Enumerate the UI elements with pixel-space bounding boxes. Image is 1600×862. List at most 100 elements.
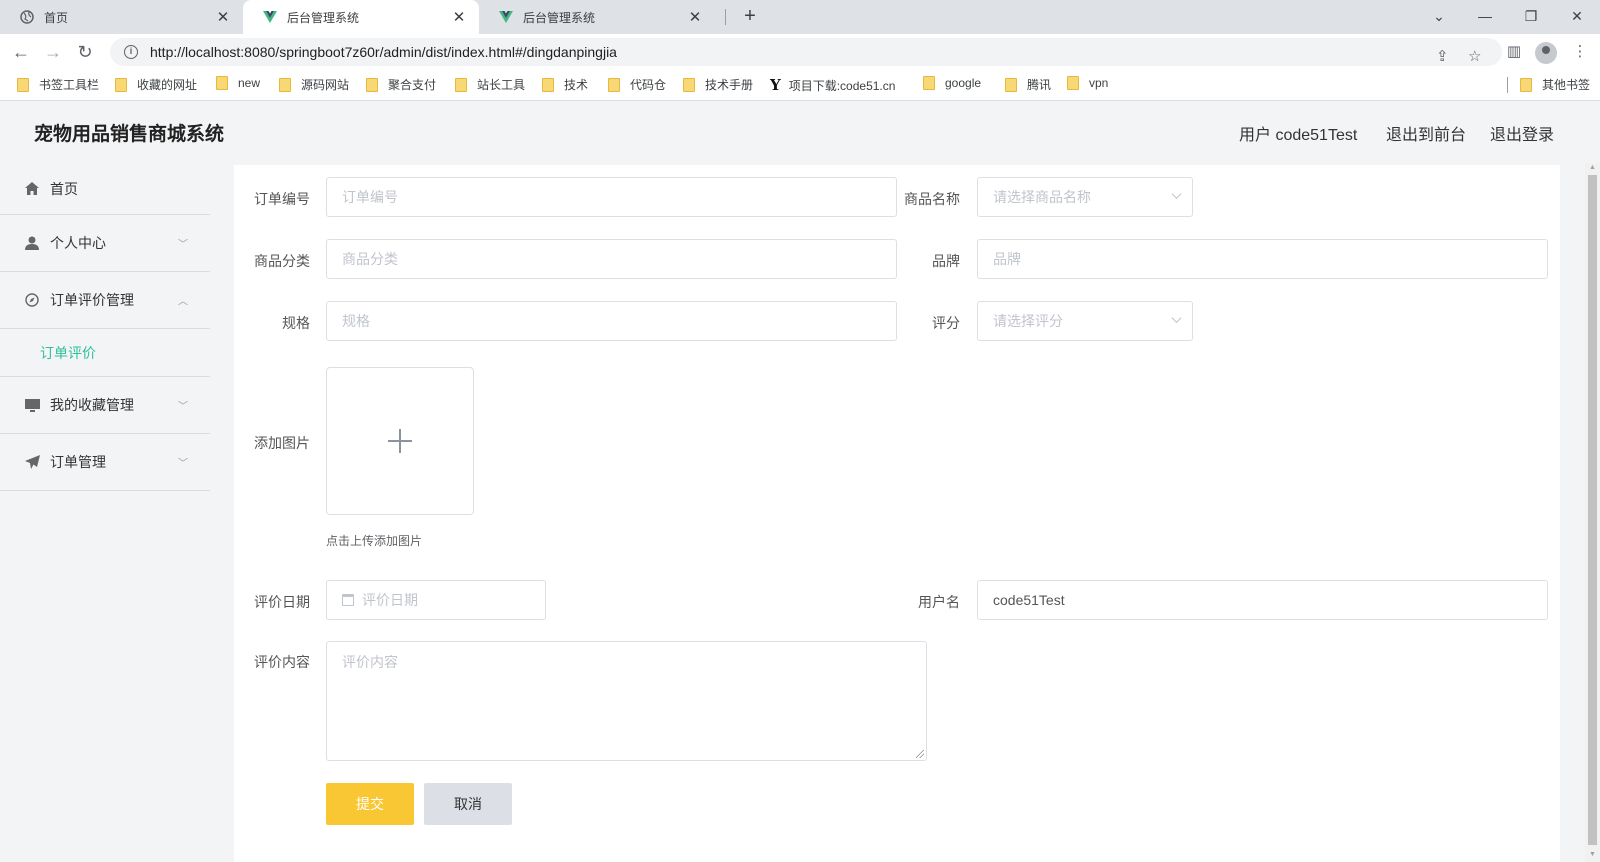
browser-tab-admin-active[interactable]: 后台管理系统 ✕ xyxy=(243,0,479,34)
tab-title: 后台管理系统 xyxy=(287,10,360,25)
browser-tab-bar: 首页 ✕ 后台管理系统 ✕ 后台管理系统 ✕ + ⌄ — ❐ ✕ xyxy=(0,0,1600,34)
exit-to-front-link[interactable]: 退出到前台 xyxy=(1386,121,1466,145)
rating-select[interactable]: 请选择评分 xyxy=(977,301,1193,341)
cancel-button[interactable]: 取消 xyxy=(424,783,512,825)
browser-tab-home[interactable]: 首页 ✕ xyxy=(0,0,243,34)
back-icon[interactable]: ← xyxy=(8,39,34,65)
forward-icon[interactable]: → xyxy=(40,39,66,65)
username-label: 用户名 xyxy=(918,594,960,610)
page-scrollbar[interactable]: ▲ ▼ xyxy=(1585,163,1600,862)
scroll-down-icon[interactable]: ▼ xyxy=(1588,851,1597,859)
new-tab-button[interactable]: + xyxy=(738,5,762,29)
sidebar-item-personal-center[interactable]: 个人中心 ﹀ xyxy=(0,215,210,272)
bookmark-item[interactable]: new xyxy=(216,76,260,90)
close-icon[interactable]: ✕ xyxy=(451,8,467,26)
image-upload-box[interactable] xyxy=(326,367,474,515)
close-window-icon[interactable]: ✕ xyxy=(1565,4,1589,28)
category-input[interactable]: 商品分类 xyxy=(326,239,897,279)
sidebar-item-label: 订单管理 xyxy=(50,454,106,470)
restore-icon[interactable]: ❐ xyxy=(1519,4,1543,28)
folder-icon xyxy=(216,76,228,90)
bookmark-item[interactable]: 收藏的网址 xyxy=(115,76,197,93)
sidebar-item-order-mgmt[interactable]: 订单管理 ﹀ xyxy=(0,434,210,491)
app-title: 宠物用品销售商城系统 xyxy=(34,124,225,145)
logout-link[interactable]: 退出登录 xyxy=(1490,121,1554,145)
site-info-icon[interactable]: i xyxy=(124,45,138,59)
close-icon[interactable]: ✕ xyxy=(215,8,231,26)
bookmark-item[interactable]: 书签工具栏 xyxy=(17,76,99,93)
bookmark-item[interactable]: Y 项目下载:code51.cn xyxy=(770,76,895,94)
bookmark-item[interactable]: vpn xyxy=(1067,76,1108,90)
calendar-icon xyxy=(342,594,354,606)
bookmark-divider xyxy=(1507,77,1508,93)
bookmark-item[interactable]: google xyxy=(923,76,981,90)
other-bookmarks[interactable]: 其他书签 xyxy=(1520,76,1590,93)
folder-icon xyxy=(1005,77,1017,92)
sidebar-item-home[interactable]: 首页 xyxy=(0,163,210,215)
monitor-icon xyxy=(24,397,40,413)
bookmark-label: 技术 xyxy=(564,78,589,92)
brand-input[interactable]: 品牌 xyxy=(977,239,1548,279)
tab-search-icon[interactable]: ⌄ xyxy=(1427,4,1451,28)
folder-icon xyxy=(923,76,935,90)
home-icon xyxy=(24,181,40,197)
submit-button[interactable]: 提交 xyxy=(326,783,414,825)
scroll-up-icon[interactable]: ▲ xyxy=(1588,164,1597,172)
side-panel-icon[interactable]: ▥ xyxy=(1502,40,1526,64)
sidebar-item-label: 订单评价管理 xyxy=(50,292,134,308)
textarea-placeholder: 评价内容 xyxy=(342,654,398,670)
sidebar-subitem-order-review[interactable]: 订单评价 xyxy=(0,329,210,377)
bookmark-label: 聚合支付 xyxy=(388,78,437,92)
order-no-label: 订单编号 xyxy=(254,191,310,207)
product-name-select[interactable]: 请选择商品名称 xyxy=(977,177,1193,217)
folder-icon xyxy=(1520,77,1532,92)
current-user-label: 用户 code51Test xyxy=(1239,127,1358,144)
spec-input[interactable]: 规格 xyxy=(326,301,897,341)
bookmark-star-icon[interactable]: ☆ xyxy=(1468,47,1481,65)
image-label: 添加图片 xyxy=(254,435,310,451)
review-form: 订单编号 订单编号 商品名称 请选择商品名称 商品分类 商品分类 品牌 品牌 规… xyxy=(234,165,1560,862)
rating-label: 评分 xyxy=(932,315,960,331)
spec-label: 规格 xyxy=(282,315,310,331)
sidebar-item-order-review-mgmt[interactable]: 订单评价管理 ︿ xyxy=(0,272,210,329)
upload-hint: 点击上传添加图片 xyxy=(326,534,423,548)
bookmark-label: new xyxy=(238,76,261,90)
vue-logo-icon xyxy=(499,11,513,23)
minimize-icon[interactable]: — xyxy=(1473,4,1497,28)
bookmark-item[interactable]: 聚合支付 xyxy=(366,76,436,93)
share-icon[interactable]: ⇪ xyxy=(1436,47,1449,65)
chevron-down-icon xyxy=(1171,313,1182,323)
bookmark-label: 站长工具 xyxy=(477,78,526,92)
bookmark-label: 腾讯 xyxy=(1027,78,1052,92)
kebab-menu-icon[interactable]: ⋮ xyxy=(1568,40,1592,64)
scrollbar-thumb[interactable] xyxy=(1588,175,1597,845)
close-icon[interactable]: ✕ xyxy=(687,8,703,26)
bookmark-item[interactable]: 技术手册 xyxy=(683,76,753,93)
order-no-input[interactable]: 订单编号 xyxy=(326,177,897,217)
username-input[interactable]: code51Test xyxy=(977,580,1548,620)
address-bar[interactable]: i http://localhost:8080/springboot7z60r/… xyxy=(110,38,1502,66)
chevron-down-icon: ﹀ xyxy=(178,458,188,470)
bookmark-label: google xyxy=(945,76,982,90)
profile-avatar[interactable] xyxy=(1535,42,1557,64)
vue-logo-icon xyxy=(263,11,277,23)
date-placeholder: 评价日期 xyxy=(362,592,418,608)
review-date-picker[interactable]: 评价日期 xyxy=(326,580,546,620)
send-icon xyxy=(24,454,40,470)
sidebar-item-favorites-mgmt[interactable]: 我的收藏管理 ﹀ xyxy=(0,377,210,434)
bookmark-item[interactable]: 源码网站 xyxy=(279,76,349,93)
bookmark-item[interactable]: 代码仓 xyxy=(608,76,666,93)
resize-handle-icon[interactable] xyxy=(916,750,924,758)
product-name-label: 商品名称 xyxy=(904,191,960,207)
review-content-textarea[interactable]: 评价内容 xyxy=(326,641,927,761)
bookmark-item[interactable]: 站长工具 xyxy=(455,76,525,93)
bookmark-label: 其他书签 xyxy=(1542,78,1591,92)
folder-icon xyxy=(608,77,620,92)
browser-tab-admin[interactable]: 后台管理系统 ✕ xyxy=(479,0,715,34)
reload-icon[interactable]: ↻ xyxy=(72,39,98,65)
compass-icon xyxy=(24,292,40,308)
bookmark-item[interactable]: 腾讯 xyxy=(1005,76,1051,93)
folder-icon xyxy=(366,77,378,92)
folder-icon xyxy=(115,77,127,92)
bookmark-item[interactable]: 技术 xyxy=(542,76,588,93)
